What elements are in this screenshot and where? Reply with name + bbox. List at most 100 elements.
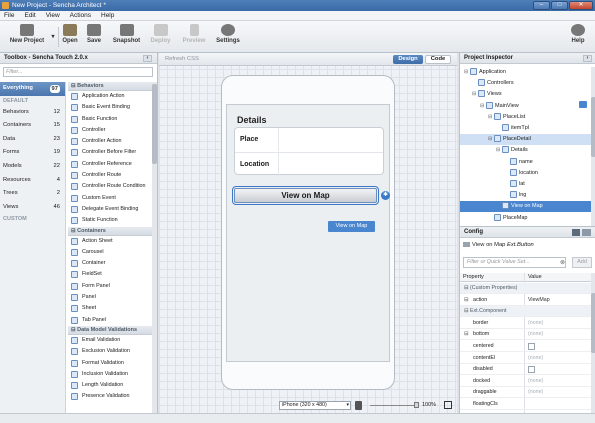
component-item[interactable]: Length Validation (68, 380, 152, 391)
component-item[interactable]: Application Action (68, 91, 152, 102)
refresh-css-button[interactable]: Refresh CSS (165, 55, 199, 64)
property-value[interactable]: ViewMap (528, 295, 550, 306)
tree-toggle-icon[interactable]: ⊟ (480, 101, 485, 112)
save-button[interactable]: Save (84, 24, 104, 50)
tree-node[interactable]: ⊟ PlaceList (488, 112, 525, 123)
component-item[interactable]: Sheet (68, 303, 152, 314)
location-input[interactable] (278, 153, 384, 176)
property-value[interactable]: (none) (528, 353, 543, 364)
tree-node[interactable]: ⊟ PlaceDetail (488, 134, 531, 145)
menu-edit[interactable]: Edit (24, 11, 35, 20)
menu-file[interactable]: File (4, 11, 14, 20)
expand-toggle-icon[interactable]: ⊟ (464, 329, 468, 340)
component-item[interactable]: Basic Function (68, 114, 152, 125)
category-everything[interactable]: Everything 97 (0, 82, 65, 96)
category-trees[interactable]: Trees 2 (0, 187, 65, 201)
property-row[interactable]: border (none) (460, 318, 591, 329)
collapse-left-icon[interactable]: ‹ (143, 55, 152, 62)
expand-toggle-icon[interactable]: ⊟ (464, 306, 468, 317)
property-row[interactable]: floatingCls (460, 399, 591, 410)
property-value[interactable]: (none) (528, 387, 543, 398)
property-checkbox[interactable] (528, 366, 535, 374)
help-button[interactable]: Help (568, 24, 588, 50)
property-row[interactable]: docked (none) (460, 376, 591, 387)
component-item[interactable]: Form Panel (68, 281, 152, 292)
toolbox-scrollbar[interactable] (152, 82, 157, 413)
component-item[interactable]: Controller (68, 125, 152, 136)
location-field[interactable]: Location (235, 152, 383, 176)
component-item[interactable]: Exclusion Validation (68, 346, 152, 357)
category-resources[interactable]: Resources 4 (0, 174, 65, 188)
add-button[interactable]: Add (572, 257, 592, 268)
component-item[interactable]: Action Sheet (68, 236, 152, 247)
component-item[interactable]: Static Function (68, 215, 152, 226)
component-item[interactable]: Panel (68, 292, 152, 303)
view-on-map-button[interactable]: View on Map (232, 186, 379, 205)
new-project-button[interactable]: New Project (6, 24, 48, 50)
tree-node[interactable]: lat (504, 179, 525, 190)
expand-toggle-icon[interactable]: ⊟ (464, 295, 468, 306)
fit-to-screen-icon[interactable] (444, 401, 452, 409)
menu-help[interactable]: Help (101, 11, 114, 20)
zoom-slider[interactable] (370, 405, 417, 406)
category-containers[interactable]: Containers 15 (0, 119, 65, 133)
category-data[interactable]: Data 23 (0, 133, 65, 147)
component-item[interactable]: Format Validation (68, 358, 152, 369)
tree-node[interactable]: location (504, 168, 538, 179)
maximize-button[interactable]: □ (551, 1, 568, 10)
component-item[interactable]: Controller Before Filter (68, 147, 152, 158)
property-value[interactable]: (none) (528, 329, 543, 340)
close-button[interactable]: ✕ (569, 1, 593, 10)
snapshot-button[interactable]: Snapshot (111, 24, 142, 50)
component-item[interactable]: Controller Action (68, 136, 152, 147)
config-filter-input[interactable]: Filter or Quick Value Set... (463, 257, 566, 268)
component-item[interactable]: Tab Panel (68, 315, 152, 326)
tree-node[interactable]: ⊟ MainView (480, 101, 519, 112)
tree-node[interactable]: name (504, 157, 533, 168)
config-scrollbar[interactable] (591, 273, 595, 414)
open-button[interactable]: Open (60, 24, 80, 50)
place-input[interactable] (278, 128, 384, 151)
layout-icon[interactable] (572, 229, 580, 236)
preview-button[interactable]: Preview (180, 24, 208, 50)
tree-toggle-icon[interactable]: ⊟ (488, 112, 493, 123)
component-item[interactable]: Delegate Event Binding (68, 204, 152, 215)
tree-toggle-icon[interactable]: ⊟ (464, 67, 469, 78)
component-item[interactable]: Container (68, 258, 152, 269)
component-group-header[interactable]: ⊟ Behaviors (68, 82, 152, 91)
tree-toggle-icon[interactable]: ⊟ (488, 134, 493, 145)
component-config-icon[interactable]: ✱ (381, 191, 390, 200)
tree-node[interactable]: lng (504, 190, 526, 201)
component-item[interactable]: Controller Route Condition (68, 181, 152, 192)
component-item[interactable]: Inclusion Validation (68, 369, 152, 380)
component-group-header[interactable]: ⊟ Containers (68, 226, 152, 236)
property-row[interactable]: contentEl (none) (460, 353, 591, 364)
collapse-right-icon[interactable]: › (583, 55, 592, 62)
tree-node[interactable]: ⊟ Views (472, 89, 502, 100)
property-checkbox[interactable] (528, 343, 535, 350)
tree-node[interactable]: View on Map (496, 201, 543, 212)
component-item[interactable]: Controller Reference (68, 159, 152, 170)
rotate-device-icon[interactable] (355, 401, 362, 410)
property-section[interactable]: ⊟ Ext.Component (460, 306, 591, 318)
component-item[interactable]: Controller Route (68, 170, 152, 181)
tree-node[interactable]: ⊟ Application (464, 67, 506, 78)
list-view-icon[interactable] (582, 229, 591, 236)
menu-view[interactable]: View (46, 11, 60, 20)
property-value[interactable]: (none) (528, 376, 543, 387)
tree-node[interactable]: ⊟ Details (496, 145, 528, 156)
device-select[interactable]: iPhone (320 x 480) ▾ (279, 401, 351, 410)
component-item[interactable]: Basic Event Binding (68, 102, 152, 113)
component-item[interactable]: Carousel (68, 247, 152, 258)
component-item[interactable]: FieldSet (68, 269, 152, 280)
menu-actions[interactable]: Actions (70, 11, 91, 20)
pin-icon[interactable] (579, 101, 587, 108)
property-row[interactable]: disabled (460, 364, 591, 376)
component-item[interactable]: Presence Validation (68, 391, 152, 402)
expand-toggle-icon[interactable]: ⊟ (464, 283, 468, 294)
clear-filter-icon[interactable]: ⊗ (560, 259, 565, 266)
property-row[interactable]: draggable (none) (460, 387, 591, 399)
tree-toggle-icon[interactable]: ⊟ (496, 145, 501, 156)
category-models[interactable]: Models 22 (0, 160, 65, 174)
tree-toggle-icon[interactable]: ⊟ (472, 89, 477, 100)
